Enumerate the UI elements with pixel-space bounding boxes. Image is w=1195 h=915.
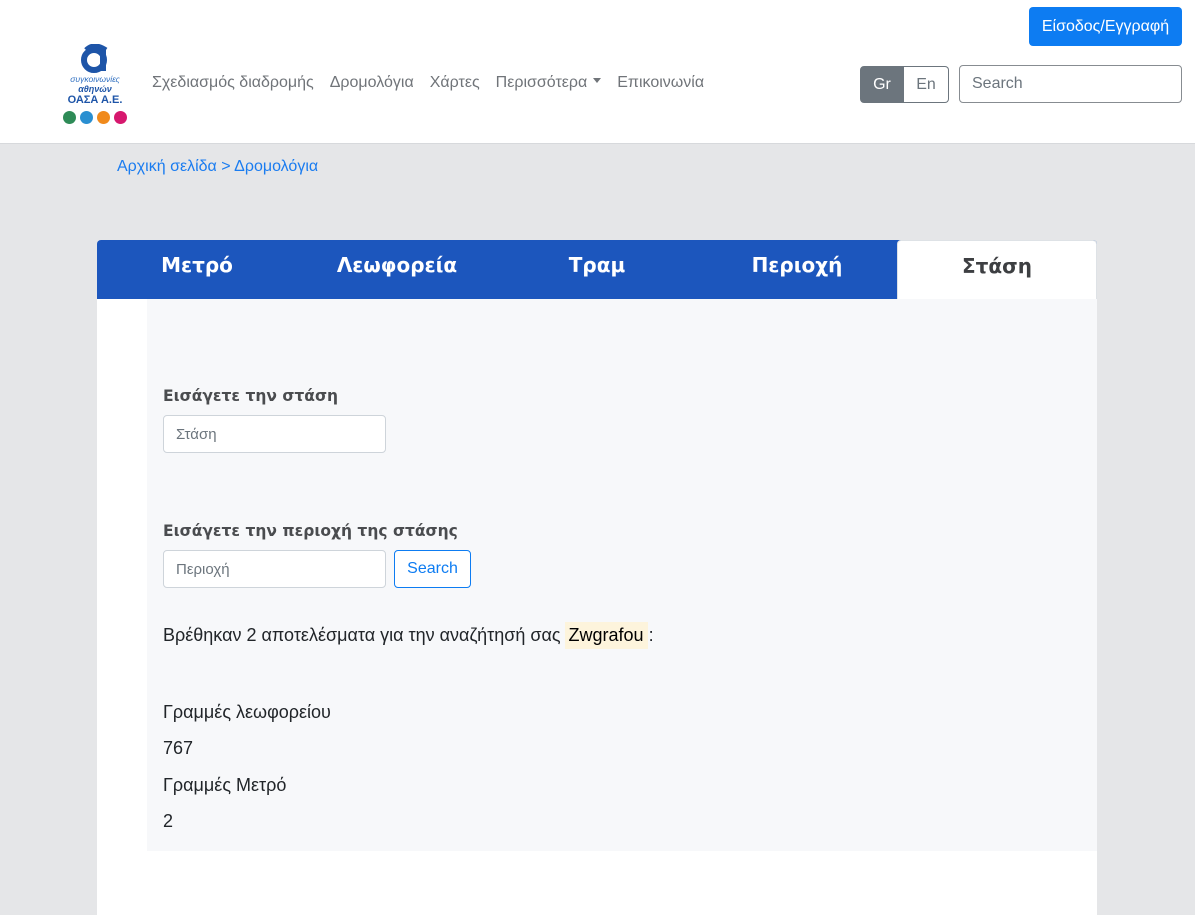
- metro-mode-icon: [114, 111, 127, 124]
- login-register-button[interactable]: Είσοδος/Εγγραφή: [1029, 7, 1182, 46]
- area-field-label: Εισάγετε την περιοχή της στάσης: [163, 522, 458, 540]
- tab-area[interactable]: Περιοχή: [697, 240, 897, 299]
- results-summary: Βρέθηκαν 2 αποτελέσματα για την αναζήτησ…: [163, 620, 654, 650]
- nav-route-planner[interactable]: Σχεδιασμός διαδρομής: [152, 74, 314, 92]
- nav-more-label: Περισσότερα: [495, 74, 588, 91]
- nav-more-dropdown[interactable]: Περισσότερα: [496, 74, 602, 92]
- results-colon: :: [648, 624, 654, 645]
- tab-metro[interactable]: Μετρό: [97, 240, 297, 299]
- search-query-highlight: Zwgrafou: [564, 621, 648, 649]
- nav-contact[interactable]: Επικοινωνία: [617, 74, 704, 92]
- lang-gr-button[interactable]: Gr: [860, 66, 904, 103]
- oasa-logo[interactable]: συγκοινωνίες αθηνών ΟΑΣΑ Α.Ε.: [60, 44, 132, 128]
- stop-input[interactable]: [163, 415, 386, 453]
- lang-en-button[interactable]: En: [904, 66, 949, 103]
- bus-mode-icon: [80, 111, 93, 124]
- breadcrumb-current-link[interactable]: Δρομολόγια: [234, 158, 318, 175]
- stop-field-label: Εισάγετε την στάση: [163, 387, 339, 405]
- results-summary-text: Βρέθηκαν 2 αποτελέσματα για την αναζήτησ…: [163, 624, 561, 645]
- transport-tabs: Μετρό Λεωφορεία Τραμ Περιοχή Στάση: [97, 240, 1097, 299]
- breadcrumb-home-link[interactable]: Αρχική σελίδα: [117, 158, 217, 175]
- bus-lines-value: 767: [163, 738, 194, 758]
- main-nav: Σχεδιασμός διαδρομής Δρομολόγια Χάρτες Π…: [152, 74, 720, 92]
- stop-search-button[interactable]: Search: [394, 550, 471, 588]
- oasa-a-logo-icon: [81, 44, 108, 73]
- header-search-input[interactable]: [959, 65, 1182, 103]
- tab-tram[interactable]: Τραμ: [497, 240, 697, 299]
- area-input[interactable]: [163, 550, 386, 588]
- logo-text-line1: συγκοινωνίες: [70, 74, 120, 84]
- metro-lines-heading: Γραμμές Μετρό: [163, 775, 287, 795]
- tram-mode-icon: [63, 111, 76, 124]
- top-navbar: Είσοδος/Εγγραφή συγκοινωνίες αθηνών ΟΑΣΑ…: [0, 0, 1195, 144]
- language-switch: Gr En: [860, 66, 949, 103]
- breadcrumb-separator: >: [216, 158, 235, 175]
- tab-stop[interactable]: Στάση: [897, 240, 1097, 299]
- breadcrumb: Αρχική σελίδα > Δρομολόγια: [117, 158, 318, 176]
- metro-lines-value: 2: [163, 811, 174, 831]
- transport-mode-icons: [63, 111, 127, 124]
- nav-routes[interactable]: Δρομολόγια: [330, 74, 414, 92]
- nav-maps[interactable]: Χάρτες: [430, 74, 480, 92]
- logo-text-line3: ΟΑΣΑ Α.Ε.: [67, 94, 123, 106]
- bus-lines-heading: Γραμμές λεωφορείου: [163, 702, 331, 722]
- logo-text-line2: αθηνών: [78, 84, 112, 94]
- caret-down-icon: [593, 78, 602, 84]
- tab-bus[interactable]: Λεωφορεία: [297, 240, 497, 299]
- trolley-mode-icon: [97, 111, 110, 124]
